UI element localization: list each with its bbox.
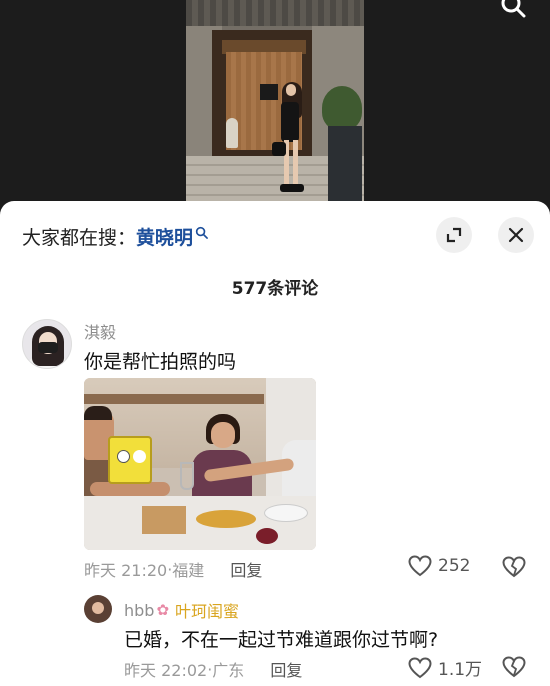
woman-face [286,84,296,96]
reply-user-row: hbb ✿ 叶珂闺蜜 [124,598,239,622]
reply-reply-button[interactable]: 回复 [270,657,302,681]
woman-dress [281,102,299,142]
hot-search-keyword[interactable]: 黄晓明 [136,223,193,250]
photo-wooden-box [142,506,186,534]
potted-plant [322,86,362,130]
spongebob-sticker [108,436,152,484]
reply-like-button[interactable]: 1.1万 [408,655,482,680]
close-icon [508,227,524,243]
roof-tiles [186,0,364,26]
comment-location: 福建 [172,561,205,580]
search-icon [195,226,208,239]
video-player[interactable] [0,0,550,215]
reply-time: 昨天 22:02 [124,661,208,680]
comment-photo[interactable] [84,378,316,550]
search-icon[interactable] [500,0,526,18]
photo-food-plate [196,510,256,528]
woman-legs [284,140,298,186]
comment-count: 577条评论 [231,279,319,299]
avatar[interactable] [22,319,72,369]
photo-man-hair [84,406,112,420]
like-button[interactable]: 252 [408,555,470,577]
hot-search-prefix: 大家都在搜： [22,227,137,249]
reply-button[interactable]: 回复 [230,557,262,581]
heart-icon [408,656,432,678]
plant-pot [328,126,362,205]
expand-button[interactable] [436,217,472,253]
photo-white-plate [264,504,308,522]
comment-meta: 昨天 21:20 · 福建 回复 [84,557,262,581]
photo-wine-glass [180,462,194,490]
like-count: 252 [438,556,471,576]
expand-icon [446,227,462,243]
comment-username[interactable]: 淇毅 [84,319,116,343]
comment-text: 你是帮忙拍照的吗 [84,351,237,373]
comments-sheet: 大家都在搜： 黄晓明 577条评论 淇毅 你是帮忙拍照的吗 昨天 21:20 ·… [0,201,550,686]
stone-lion [226,118,238,148]
photo-man-arm [90,482,170,496]
reply-user-tag: 叶珂闺蜜 [175,602,240,621]
video-frame [186,0,364,205]
photo-flower [256,528,278,544]
reply-location: 广东 [212,661,245,680]
broken-heart-icon[interactable] [502,556,526,578]
comment-time: 昨天 21:20 [84,561,168,580]
avatar-mask [38,342,58,353]
reply-like-count: 1.1万 [438,660,483,680]
photo-lady-face [211,422,235,448]
reply-avatar[interactable] [84,595,112,623]
heart-icon [408,555,432,577]
close-button[interactable] [498,217,534,253]
woman-shoes [280,184,304,192]
reply-meta: 昨天 22:02 · 广东 回复 [124,657,302,681]
flower-icon: ✿ [156,601,170,619]
photo-shelf [84,394,264,404]
door-sign [260,84,278,100]
reply-text: 已婚，不在一起过节难道跟你过节啊? [124,629,439,651]
reply-username[interactable]: hbb [124,601,154,620]
hot-search-bar[interactable]: 大家都在搜： 黄晓明 [22,223,208,250]
woman-bag [272,142,286,156]
broken-heart-icon[interactable] [502,656,526,678]
